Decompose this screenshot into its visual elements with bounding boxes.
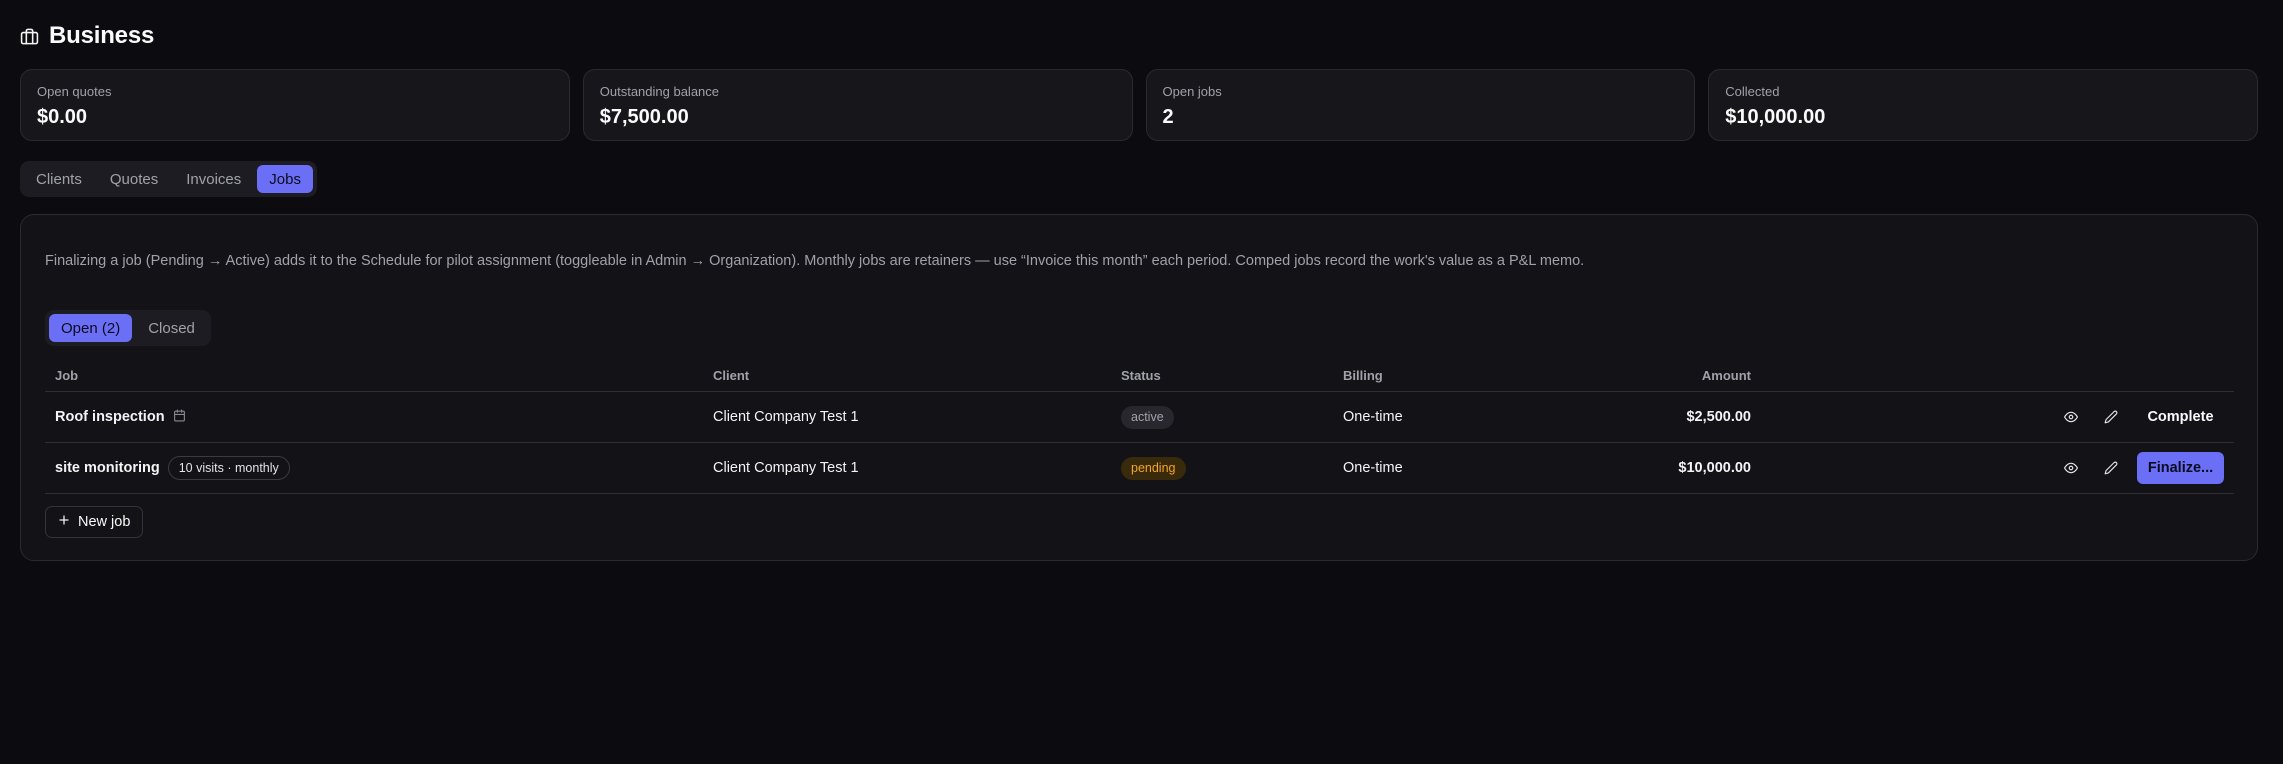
stat-value: $7,500.00 (599, 106, 689, 128)
row-actions: Finalize... (2057, 443, 2224, 493)
complete-button[interactable]: Complete (2137, 401, 2224, 433)
new-job-button[interactable]: New job (45, 506, 144, 538)
plus-icon (58, 514, 70, 530)
subtab-closed[interactable]: Closed (136, 314, 207, 342)
column-header-amount: Amount (1701, 368, 1751, 383)
table-header: Job Client Status Billing Amount (45, 358, 2234, 392)
stat-card-open-quotes: Open quotes $0.00 (20, 69, 570, 141)
page-header: Business (20, 20, 154, 52)
stat-label: Open quotes (37, 84, 112, 99)
billing-cell: One-time (1343, 409, 1403, 425)
client-cell: Client Company Test 1 (713, 409, 859, 425)
subtab-open[interactable]: Open (2) (49, 314, 133, 342)
business-page: Business Open quotes $0.00 Outstanding b… (0, 0, 2283, 764)
visits-tag: 10 visits · monthly (167, 456, 290, 480)
briefcase-icon (20, 27, 39, 46)
status-cell: active (1121, 392, 1174, 442)
calendar-icon (173, 409, 186, 426)
tab-jobs[interactable]: Jobs (257, 165, 313, 193)
column-header-client: Client (713, 368, 750, 383)
stat-value: 2 (1162, 106, 1174, 128)
stat-label: Outstanding balance (599, 84, 720, 99)
main-tabs: Clients Quotes Invoices Jobs (20, 161, 317, 197)
page-title: Business (49, 22, 155, 49)
jobs-table: Job Client Status Billing Amount Roof in… (45, 358, 2234, 494)
view-icon[interactable] (2057, 403, 2085, 431)
stat-card-outstanding-balance: Outstanding balance $7,500.00 (582, 69, 1133, 141)
job-cell: site monitoring 10 visits · monthly (55, 443, 290, 493)
jobs-subtabs: Open (2) Closed (45, 310, 211, 346)
view-icon[interactable] (2057, 454, 2085, 482)
stat-value: $10,000.00 (1725, 106, 1826, 128)
table-row: site monitoring 10 visits · monthly Clie… (45, 443, 2234, 494)
tab-quotes[interactable]: Quotes (98, 165, 170, 193)
jobs-panel: Finalizing a job (Pending → Active) adds… (20, 214, 2258, 561)
table-row: Roof inspection Client Company Test 1 ac… (45, 392, 2234, 443)
finalize-button[interactable]: Finalize... (2137, 452, 2224, 484)
row-actions: Complete (2057, 392, 2224, 442)
tab-invoices[interactable]: Invoices (174, 165, 253, 193)
column-header-billing: Billing (1343, 368, 1383, 383)
stat-card-collected: Collected $10,000.00 (1708, 69, 2258, 141)
tab-clients[interactable]: Clients (24, 165, 94, 193)
stats-row: Open quotes $0.00 Outstanding balance $7… (20, 69, 2258, 141)
status-badge: active (1121, 405, 1174, 429)
stat-value: $0.00 (37, 106, 88, 128)
column-header-job: Job (55, 368, 79, 383)
job-cell: Roof inspection (55, 392, 186, 442)
edit-icon[interactable] (2097, 403, 2125, 431)
status-badge: pending (1121, 456, 1186, 480)
job-name: site monitoring (55, 460, 160, 476)
edit-icon[interactable] (2097, 454, 2125, 482)
job-name: Roof inspection (55, 409, 165, 425)
amount-cell: $2,500.00 (1686, 409, 1751, 425)
column-header-status: Status (1121, 368, 1161, 383)
amount-cell: $10,000.00 (1678, 460, 1751, 476)
client-cell: Client Company Test 1 (713, 460, 859, 476)
billing-cell: One-time (1343, 460, 1403, 476)
stat-label: Collected (1725, 84, 1780, 99)
new-job-label: New job (78, 514, 131, 530)
status-cell: pending (1121, 443, 1186, 493)
stat-card-open-jobs: Open jobs 2 (1145, 69, 1696, 141)
jobs-info-text: Finalizing a job (Pending → Active) adds… (45, 253, 1585, 269)
stat-label: Open jobs (1162, 84, 1222, 99)
